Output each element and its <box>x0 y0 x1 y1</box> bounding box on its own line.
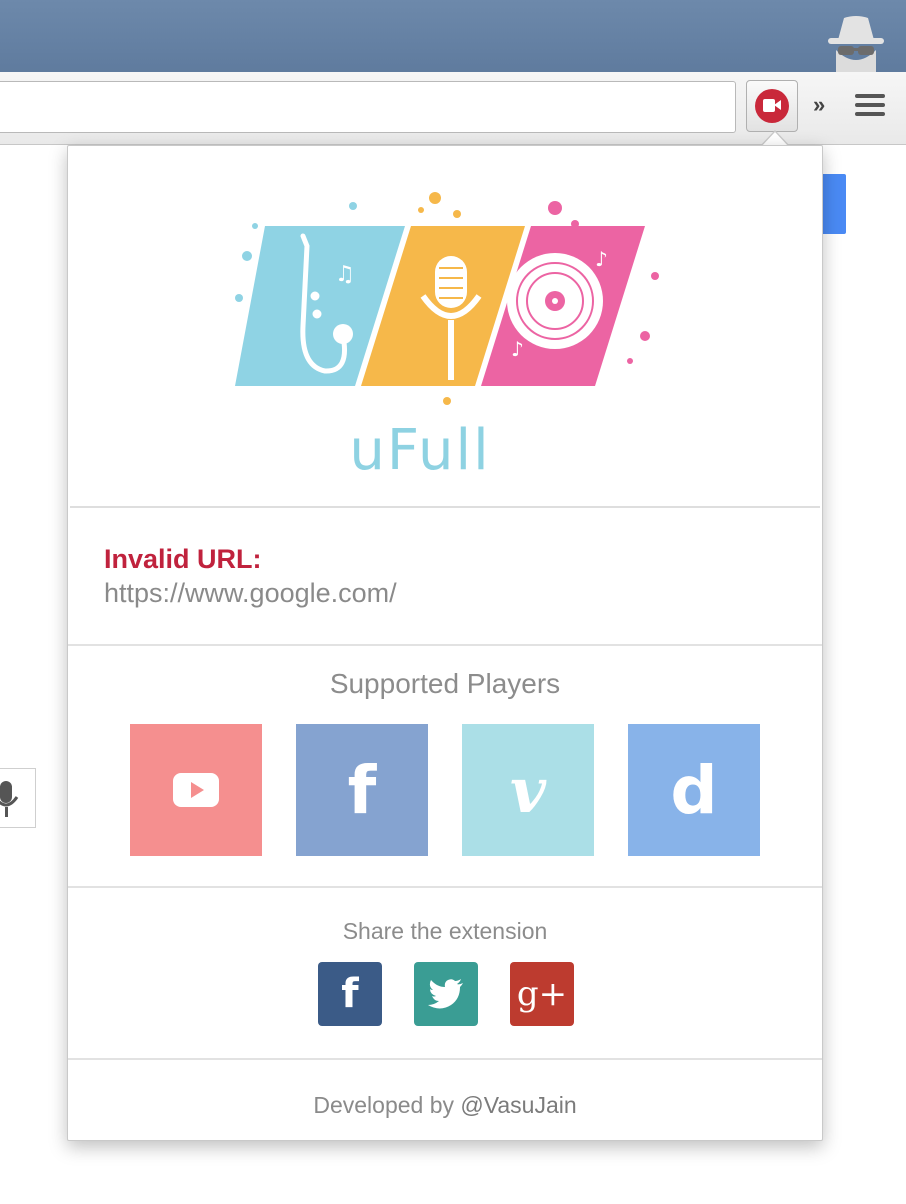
developer-credit-prefix: Developed by <box>313 1092 461 1118</box>
address-bar[interactable] <box>0 81 736 133</box>
facebook-icon: f <box>341 971 359 1017</box>
player-dailymotion[interactable]: d <box>628 724 760 856</box>
developer-credit: Developed by @VasuJain <box>68 1092 822 1119</box>
share-title: Share the extension <box>342 918 548 944</box>
vinyl-record-icon <box>507 253 603 349</box>
google-plus-icon: g+ <box>516 974 568 1014</box>
youtube-icon <box>173 773 219 807</box>
status-section: Invalid URL: https://www.google.com/ <box>68 508 822 646</box>
twitter-bird-icon <box>428 979 463 1009</box>
ufull-logo: ♫ ♪ ♪ <box>235 192 659 405</box>
logo-section: ♫ ♪ ♪ uFull <box>70 146 820 508</box>
microphone-icon <box>0 781 19 817</box>
supported-players-section: Supported Players f v d <box>68 646 822 888</box>
share-section: Share the extension f g+ <box>68 888 822 1060</box>
current-url: https://www.google.com/ <box>104 578 397 608</box>
page-mic-box <box>0 768 36 828</box>
facebook-icon: f <box>347 751 377 829</box>
share-twitter-button[interactable] <box>414 962 478 1026</box>
share-facebook-button[interactable]: f <box>318 962 382 1026</box>
ufull-extension-button[interactable] <box>746 80 798 132</box>
status-label: Invalid URL: <box>104 544 262 574</box>
developer-handle-link[interactable]: @VasuJain <box>460 1092 576 1118</box>
chevron-double-right-icon[interactable]: » <box>813 92 825 118</box>
browser-titlebar <box>0 0 906 72</box>
extension-popup: ♫ ♪ ♪ uFull Invalid URL: https://www.goo… <box>67 145 823 1141</box>
popup-footer: Developed by @VasuJain <box>68 1060 822 1140</box>
svg-text:♪: ♪ <box>511 337 524 361</box>
share-google-plus-button[interactable]: g+ <box>510 962 574 1026</box>
player-facebook[interactable]: f <box>296 724 428 856</box>
player-vimeo[interactable]: v <box>462 724 594 856</box>
vimeo-icon: v <box>509 753 547 827</box>
svg-text:♪: ♪ <box>595 247 608 271</box>
svg-text:♫: ♫ <box>335 262 355 287</box>
players-title: Supported Players <box>329 668 561 699</box>
dailymotion-icon: d <box>670 751 718 829</box>
incognito-spy-icon <box>824 12 888 72</box>
player-youtube[interactable] <box>130 724 262 856</box>
hamburger-menu-icon[interactable] <box>855 94 885 121</box>
logo-wordmark: uFull <box>349 418 491 483</box>
